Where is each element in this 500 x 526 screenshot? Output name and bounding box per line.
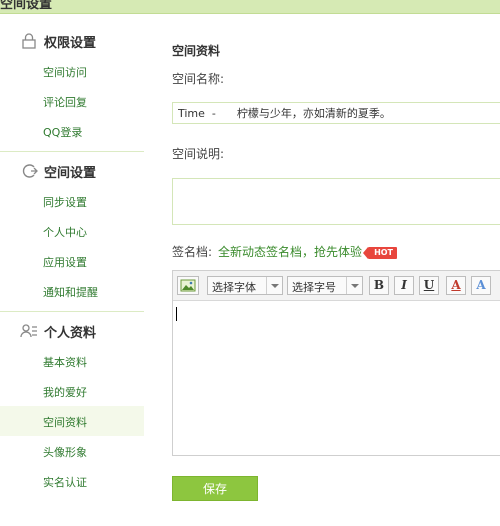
sidebar-item-qq-login[interactable]: QQ登录 [0, 116, 144, 146]
chevron-down-icon [346, 277, 362, 294]
font-family-select[interactable]: 选择字体 [207, 276, 283, 295]
image-icon [180, 279, 196, 292]
sidebar-section-space-settings[interactable]: 空间设置 [0, 156, 144, 186]
header-title: 空间设置 [0, 0, 53, 12]
font-size-select[interactable]: 选择字号 [287, 276, 363, 295]
sidebar-item-real-name-auth[interactable]: 实名认证 [0, 466, 144, 496]
editor-toolbar: 选择字体 选择字号 B I U A A [173, 271, 500, 301]
chevron-down-icon [266, 277, 282, 294]
sidebar-section-label: 权限设置 [44, 36, 97, 51]
sync-icon [22, 164, 38, 178]
font-color-button[interactable]: A [446, 276, 466, 295]
signature-label: 签名档: [172, 245, 213, 259]
sidebar-section-label: 空间设置 [44, 166, 97, 181]
signature-editor: 选择字体 选择字号 B I U A A [172, 270, 500, 456]
text-caret [176, 307, 177, 321]
space-name-input[interactable] [172, 102, 500, 124]
top-header-bar: 空间设置 [0, 0, 500, 14]
editor-text-area[interactable] [173, 302, 500, 455]
sidebar-item-notifications[interactable]: 通知和提醒 [0, 276, 144, 306]
user-profile-icon [20, 324, 37, 338]
insert-image-button[interactable] [177, 276, 199, 295]
underline-button[interactable]: U [419, 276, 439, 295]
sidebar-item-sync-settings[interactable]: 同步设置 [0, 186, 144, 216]
space-description-label: 空间说明: [172, 147, 225, 161]
sidebar-item-avatar[interactable]: 头像形象 [0, 436, 144, 466]
sidebar-item-personal-center[interactable]: 个人中心 [0, 216, 144, 246]
sidebar-item-hobbies[interactable]: 我的爱好 [0, 376, 144, 406]
sidebar-section-label: 个人资料 [44, 326, 97, 341]
main-content: 空间资料 空间名称: 空间说明: 签名档: 全新动态签名档，抢先体验HOT 选择字… [144, 14, 500, 526]
space-description-input[interactable] [172, 178, 500, 225]
bold-button[interactable]: B [369, 276, 389, 295]
hot-badge: HOT [363, 247, 398, 259]
sidebar-item-app-settings[interactable]: 应用设置 [0, 246, 144, 276]
sidebar: 权限设置 空间访问 评论回复 QQ登录 空间设置 同步设置 个人中心 应用设置 … [0, 14, 144, 526]
sidebar-item-basic-info[interactable]: 基本资料 [0, 346, 144, 376]
sidebar-section-profile[interactable]: 个人资料 [0, 316, 144, 346]
sidebar-item-space-access[interactable]: 空间访问 [0, 56, 144, 86]
sidebar-divider [0, 151, 144, 152]
section-title: 空间资料 [172, 44, 221, 58]
signature-row: 签名档: 全新动态签名档，抢先体验 HOT [172, 243, 398, 260]
space-name-label: 空间名称: [172, 72, 225, 86]
sidebar-item-comment-reply[interactable]: 评论回复 [0, 86, 144, 116]
save-button[interactable]: 保存 [172, 476, 258, 501]
lock-icon [22, 33, 36, 49]
sidebar-item-space-profile[interactable]: 空间资料 [0, 406, 144, 436]
sidebar-divider [0, 311, 144, 312]
background-color-button[interactable]: A [471, 276, 491, 295]
italic-button[interactable]: I [394, 276, 414, 295]
dynamic-signature-link[interactable]: 全新动态签名档，抢先体验 [218, 245, 362, 259]
sidebar-section-permissions[interactable]: 权限设置 [0, 26, 144, 56]
